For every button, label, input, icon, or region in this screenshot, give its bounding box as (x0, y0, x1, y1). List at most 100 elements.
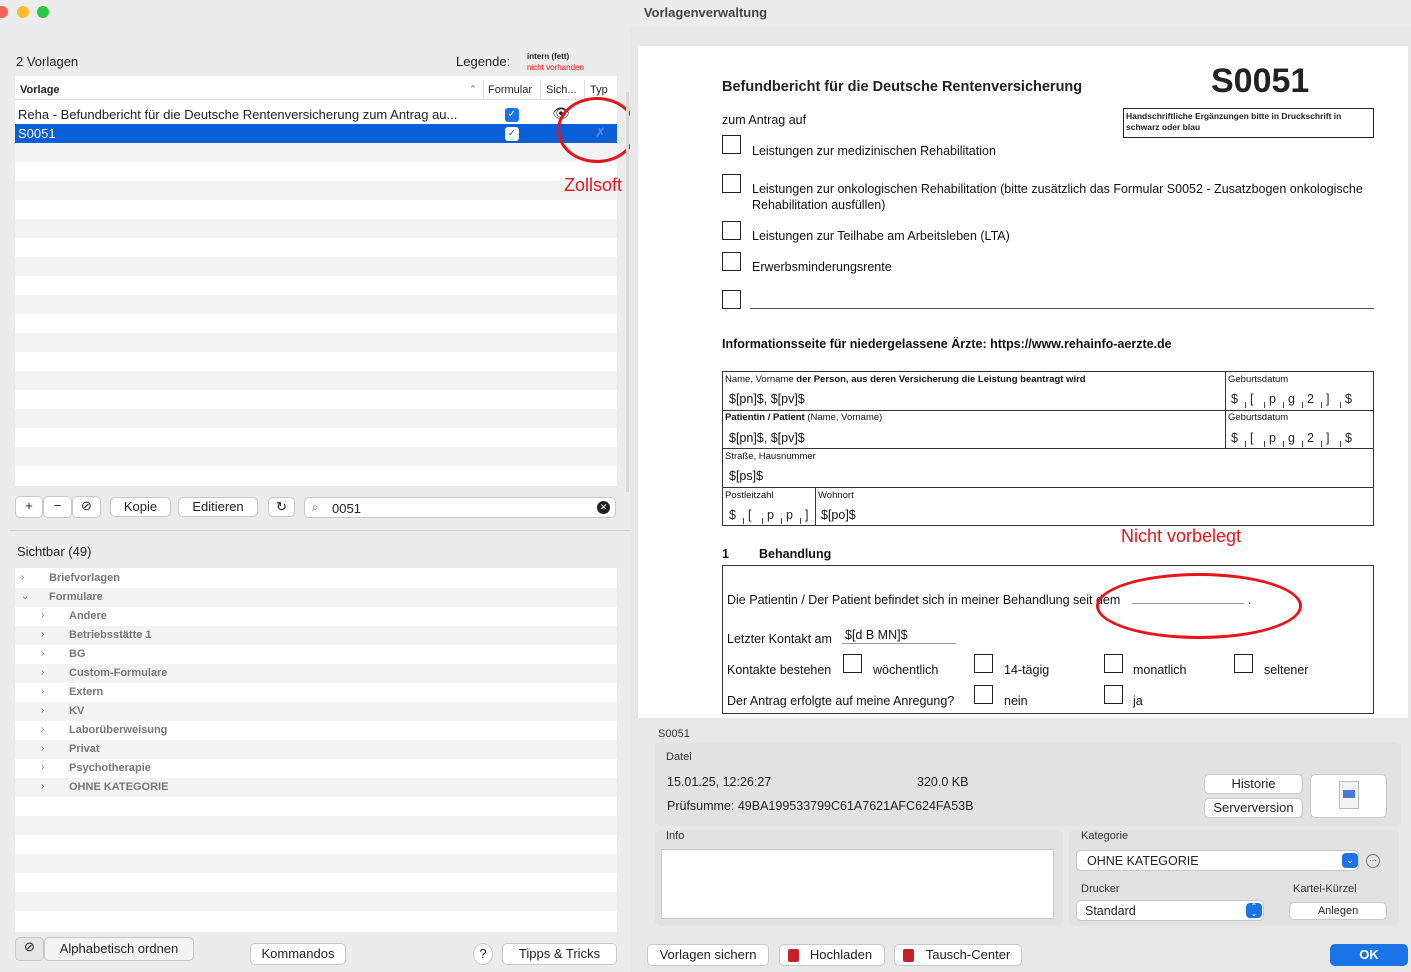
tree-row-bg (15, 854, 617, 873)
server-version-button[interactable]: Serverversion (1204, 798, 1303, 818)
tree-row-bg (15, 835, 617, 854)
comb-char: ] (1326, 431, 1330, 445)
tree-item[interactable]: Laborüberweisung (69, 724, 167, 736)
comb-char: [ (748, 508, 752, 522)
create-kartei-button[interactable]: Anlegen (1289, 902, 1387, 920)
name-field[interactable]: $[pn]$, $[pv]$ (729, 392, 805, 406)
formular-checkbox[interactable]: ✓ (505, 108, 519, 122)
table-row-selected[interactable]: S0051 ✓ ✗ (15, 124, 617, 143)
freq-checkbox[interactable] (1234, 654, 1253, 673)
add-button[interactable]: + (15, 496, 43, 518)
city-field[interactable]: $[po]$ (821, 508, 856, 522)
col-typ[interactable]: Typ (590, 84, 608, 96)
freq-label: wöchentlich (873, 663, 939, 677)
help-button[interactable]: ? (473, 943, 493, 965)
tree-item[interactable]: Psychotherapie (69, 762, 151, 774)
chevron-right-icon[interactable]: › (41, 762, 44, 773)
chevron-right-icon[interactable]: › (41, 743, 44, 754)
scrollbar[interactable] (626, 92, 629, 492)
chevron-right-icon[interactable]: › (41, 686, 44, 697)
answer-checkbox[interactable] (974, 685, 993, 704)
empty-row (15, 428, 617, 447)
search-field[interactable]: ⌕ 0051 ✕ (304, 497, 616, 518)
category-select[interactable]: OHNE KATEGORIE ⌄ (1076, 850, 1359, 871)
chevron-right-icon[interactable]: › (41, 610, 44, 621)
chevron-down-icon[interactable]: ⌄ (21, 591, 29, 602)
more-options-icon[interactable]: ··· (1366, 854, 1380, 868)
chevron-right-icon[interactable]: › (41, 705, 44, 716)
chevron-right-icon[interactable]: › (41, 724, 44, 735)
divider (10, 530, 630, 531)
comb-char: p (767, 508, 774, 522)
answer-label: ja (1133, 694, 1143, 708)
col-sich[interactable]: Sich... (546, 84, 577, 96)
refresh-button[interactable]: ↻ (268, 497, 295, 517)
chevron-right-icon[interactable]: › (41, 667, 44, 678)
chevron-right-icon[interactable]: › (41, 629, 44, 640)
info-textarea[interactable] (661, 849, 1054, 919)
tree-item[interactable]: Briefvorlagen (49, 572, 120, 584)
comb-char: 2 (1307, 431, 1314, 445)
copy-button[interactable]: Kopie (110, 497, 171, 517)
pdf-preview-button[interactable] (1310, 774, 1387, 818)
comb-char: g (1288, 431, 1295, 445)
category-value: OHNE KATEGORIE (1087, 854, 1199, 868)
col-formular[interactable]: Formular (488, 84, 532, 96)
commands-button[interactable]: Kommandos (250, 943, 346, 965)
empty-row (15, 238, 617, 257)
option-checkbox[interactable] (722, 174, 741, 193)
window-title: Vorlagenverwaltung (643, 5, 768, 20)
chevron-right-icon[interactable]: › (41, 781, 44, 792)
table-row[interactable]: Reha - Befundbericht für die Deutsche Re… (15, 105, 617, 124)
empty-row (15, 390, 617, 409)
tree-item[interactable]: Extern (69, 686, 103, 698)
chevron-right-icon[interactable]: › (21, 572, 24, 583)
history-button[interactable]: Historie (1204, 774, 1303, 794)
tree-item[interactable]: Betriebsstätte 1 (69, 629, 152, 641)
tree-item[interactable]: OHNE KATEGORIE (69, 781, 168, 793)
tree-item[interactable]: Andere (69, 610, 107, 622)
doc-antrag: zum Antrag auf (722, 113, 807, 127)
option-checkbox[interactable] (722, 252, 741, 271)
tree-item[interactable]: Formulare (49, 591, 103, 603)
printer-select[interactable]: Standard ⌃ ⌄ (1076, 900, 1264, 921)
freq-checkbox[interactable] (974, 654, 993, 673)
exchange-center-button[interactable]: Tausch-Center (894, 944, 1022, 966)
tree-item[interactable]: Privat (69, 743, 100, 755)
save-templates-button[interactable]: Vorlagen sichern (647, 944, 769, 966)
tree-item[interactable]: Custom-Formulare (69, 667, 167, 679)
col-vorlage[interactable]: Vorlage (20, 84, 60, 96)
option-checkbox[interactable] (722, 135, 741, 154)
visibility-toggle-button[interactable]: ⊘ (72, 496, 101, 518)
last-contact-field[interactable]: $[d B MN]$ (845, 628, 908, 642)
street-field[interactable]: $[ps]$ (729, 469, 763, 483)
option-checkbox[interactable] (722, 290, 741, 309)
sort-toggle-icon-button[interactable]: ⊘ (15, 937, 44, 961)
alphabetical-sort-button[interactable]: Alphabetisch ordnen (44, 937, 194, 961)
comb-char: $ (1231, 431, 1238, 445)
remove-button[interactable]: − (43, 496, 72, 518)
search-input[interactable]: 0051 (332, 501, 361, 516)
edit-button[interactable]: Editieren (178, 497, 258, 517)
formular-checkbox[interactable]: ✓ (505, 127, 519, 141)
freq-checkbox[interactable] (843, 654, 862, 673)
tips-button[interactable]: Tipps & Tricks (502, 943, 617, 965)
name-label: Name, Vorname (725, 374, 794, 385)
comb-char: $ (1345, 392, 1352, 406)
ok-button[interactable]: OK (1330, 944, 1408, 966)
option-checkbox[interactable] (722, 221, 741, 240)
upload-button[interactable]: Hochladen (779, 944, 885, 966)
printer-value: Standard (1085, 904, 1136, 918)
search-icon: ⌕ (312, 500, 319, 514)
file-date: 15.01.25, 12:26:27 (667, 775, 772, 789)
freq-checkbox[interactable] (1104, 654, 1123, 673)
clear-search-icon[interactable]: ✕ (597, 501, 610, 514)
city-label: Wohnort (818, 490, 854, 501)
answer-checkbox[interactable] (1104, 685, 1123, 704)
comb-char: $ (1345, 431, 1352, 445)
tree-item[interactable]: KV (69, 705, 84, 717)
tree-item[interactable]: BG (69, 648, 86, 660)
chevron-right-icon[interactable]: › (41, 648, 44, 659)
contacts-label: Kontakte bestehen (727, 663, 832, 677)
patient-field[interactable]: $[pn]$, $[pv]$ (729, 431, 805, 445)
